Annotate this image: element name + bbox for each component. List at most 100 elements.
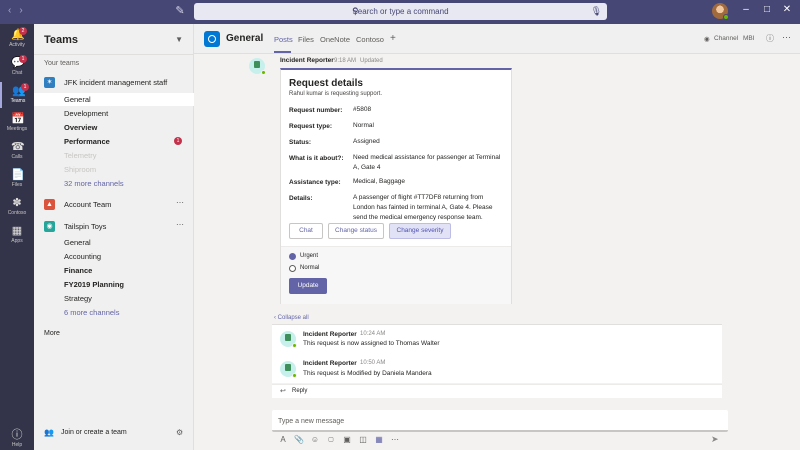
channel-info-pill[interactable]: ◉ Channel MBI	[702, 32, 759, 45]
more-icon[interactable]: ⋯	[782, 32, 791, 43]
radio-label: Urgent	[300, 253, 319, 259]
channel-general[interactable]: General	[34, 93, 194, 106]
settings-icon[interactable]: ⚙	[176, 428, 183, 437]
presence-indicator	[292, 373, 297, 378]
rail-item-activity[interactable]: 🔔 2 Activity	[0, 26, 34, 52]
rail-item-files[interactable]: 📄 Files	[0, 166, 34, 192]
radio-label: Normal	[300, 265, 320, 271]
rail-item-chat[interactable]: 💬 1 Chat	[0, 54, 34, 80]
update-button[interactable]: Update	[289, 278, 327, 294]
field-label: Status:	[289, 139, 312, 146]
team-jfk[interactable]: ✶ JFK incident management staff	[34, 75, 194, 91]
forward-icon[interactable]: ›	[19, 5, 30, 16]
post-sender[interactable]: Incident Reporter	[280, 57, 334, 64]
teams-badge: 1	[21, 83, 29, 91]
channel-finance[interactable]: Finance	[34, 264, 194, 277]
channel-title: General	[226, 33, 264, 44]
more-teams-link[interactable]: More	[44, 330, 60, 337]
more-icon[interactable]: ⋯	[176, 198, 184, 207]
info-icon[interactable]: ⓘ	[766, 33, 774, 44]
rail-item-teams[interactable]: 👥 1 Teams	[0, 82, 34, 108]
collapse-label: Collapse all	[277, 315, 309, 321]
format-icon[interactable]: A	[278, 435, 288, 445]
field-value: #5808	[353, 106, 372, 113]
close-icon[interactable]: ✕	[780, 4, 794, 15]
active-tab-indicator	[274, 51, 291, 53]
avatar[interactable]	[249, 58, 266, 75]
emoji-icon[interactable]: ☺	[310, 435, 320, 445]
more-channels-link[interactable]: 6 more channels	[34, 306, 194, 319]
rail-label: Chat	[11, 70, 23, 76]
radio-normal[interactable]	[289, 265, 296, 272]
change-severity-button[interactable]: Change severity	[389, 223, 451, 239]
avatar[interactable]	[280, 361, 297, 378]
message-input[interactable]	[278, 414, 718, 428]
presence-indicator	[723, 14, 729, 20]
reply-button[interactable]: ↩ Reply	[272, 384, 722, 398]
attach-icon[interactable]: 📎	[294, 435, 304, 445]
gif-icon[interactable]: ▢	[326, 435, 336, 445]
channel-fy2019-planning[interactable]: FY2019 Planning	[34, 278, 194, 291]
reply-sender[interactable]: Incident Reporter	[303, 331, 357, 338]
sticker-icon[interactable]: ▣	[342, 435, 352, 445]
main-area: General Posts Files OneNote Contoso + ◉ …	[194, 24, 800, 450]
minimize-icon[interactable]: –	[739, 4, 753, 15]
rail-item-help[interactable]: ⓘ Help	[0, 426, 34, 450]
app-rail: 🔔 2 Activity 💬 1 Chat 👥 1 Teams 📅 Meetin…	[0, 24, 34, 450]
rail-item-meetings[interactable]: 📅 Meetings	[0, 110, 34, 136]
meet-icon[interactable]: ◫	[358, 435, 368, 445]
microphone-icon[interactable]: 🎙	[591, 3, 602, 20]
change-status-button[interactable]: Change status	[328, 223, 384, 239]
channel-development[interactable]: Development	[34, 107, 194, 120]
filter-icon[interactable]: ▼	[175, 35, 183, 44]
reply-time: 10:24 AM	[360, 331, 386, 337]
team-account[interactable]: ▲ Account Team ⋯	[34, 197, 194, 213]
radio-urgent[interactable]	[289, 253, 296, 260]
channel-performance[interactable]: Performance 1	[34, 135, 194, 148]
channel-shiproom[interactable]: Shiproom	[34, 163, 194, 176]
channel-header: General Posts Files OneNote Contoso + ◉ …	[194, 24, 800, 54]
rail-item-apps[interactable]: ▦ Apps	[0, 222, 34, 248]
rail-label: Apps	[11, 238, 23, 244]
avatar[interactable]	[712, 3, 729, 20]
field-label: Request type:	[289, 123, 332, 130]
rail-item-contoso[interactable]: ✽ Contoso	[0, 194, 34, 220]
maximize-icon[interactable]: □	[760, 4, 774, 15]
channel-accounting[interactable]: Accounting	[34, 250, 194, 263]
mention-badge: 1	[174, 137, 182, 145]
channel-label: Channel	[714, 35, 739, 42]
phone-icon: ☎	[11, 141, 25, 153]
divider	[34, 54, 194, 55]
chat-button[interactable]: Chat	[289, 223, 323, 239]
tab-contoso[interactable]: Contoso	[356, 35, 384, 44]
reply-sender[interactable]: Incident Reporter	[303, 360, 357, 367]
rail-item-calls[interactable]: ☎ Calls	[0, 138, 34, 164]
tab-posts[interactable]: Posts	[274, 35, 293, 44]
message-composer	[272, 410, 728, 432]
card-subtitle: Rahul kumar is requesting support.	[289, 91, 383, 97]
avatar[interactable]	[280, 331, 297, 348]
search-input[interactable]: ⚲ Search or type a command 🎙	[194, 3, 607, 20]
back-icon[interactable]: ‹	[8, 5, 19, 16]
channel-general[interactable]: General	[34, 236, 194, 249]
field-label: What is it about?:	[289, 155, 344, 162]
add-tab-button[interactable]: +	[390, 33, 396, 44]
compose-icon[interactable]: ✎	[173, 4, 187, 18]
more-channels-link[interactable]: 32 more channels	[34, 177, 194, 190]
app-icon[interactable]: ▦	[374, 435, 384, 445]
team-tailspin[interactable]: ◉ Tailspin Toys ⋯	[34, 219, 194, 235]
channel-overview[interactable]: Overview	[34, 121, 194, 134]
tab-files[interactable]: Files	[298, 35, 314, 44]
more-icon[interactable]: ⋯	[176, 220, 184, 229]
send-icon[interactable]: ➤	[711, 434, 719, 445]
apps-icon: ▦	[11, 225, 23, 237]
channel-strategy[interactable]: Strategy	[34, 292, 194, 305]
channel-telemetry[interactable]: Telemetry	[34, 149, 194, 162]
history-arrows: ‹›	[8, 5, 31, 16]
search-placeholder: Search or type a command	[352, 7, 449, 16]
rail-label: Calls	[11, 154, 23, 160]
tab-onenote[interactable]: OneNote	[320, 35, 350, 44]
post-time: 9:18 AM	[334, 58, 357, 64]
more-icon[interactable]: ⋯	[390, 435, 400, 445]
collapse-all-link[interactable]: ‹ Collapse all	[274, 315, 309, 321]
